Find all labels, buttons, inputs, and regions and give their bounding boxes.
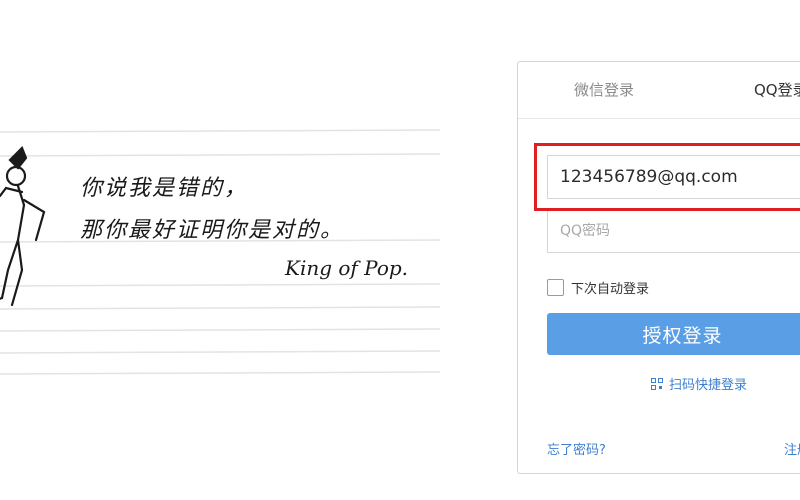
account-input[interactable] xyxy=(547,155,800,199)
quote-signature: King of Pop. xyxy=(285,256,409,280)
scan-login-link[interactable]: 扫码快捷登录 xyxy=(651,374,747,393)
scan-login-label: 扫码快捷登录 xyxy=(669,378,748,393)
dancer-sketch-icon xyxy=(0,146,46,307)
register-link[interactable]: 注册 xyxy=(784,439,800,458)
tab-wechat-login[interactable]: 微信登录 xyxy=(574,79,634,100)
tab-qq-login[interactable]: QQ登录 xyxy=(754,79,800,100)
qr-scan-icon xyxy=(651,377,663,390)
password-input[interactable] xyxy=(547,209,800,253)
quote-line-2: 那你最好证明你是对的。 xyxy=(80,218,345,243)
remember-me[interactable]: 下次自动登录 xyxy=(547,277,649,297)
remember-label: 下次自动登录 xyxy=(571,281,650,297)
quote-line-1: 你说我是错的， xyxy=(80,176,249,201)
login-tabs: 微信登录 QQ登录 xyxy=(518,62,800,119)
forgot-password-link[interactable]: 忘了密码? xyxy=(547,439,606,458)
remember-checkbox[interactable] xyxy=(547,278,564,296)
handwritten-note-illustration: 你说我是错的， 那你最好证明你是对的。 King of Pop. xyxy=(0,0,460,500)
authorize-login-button[interactable]: 授权登录 xyxy=(547,313,800,355)
lined-paper xyxy=(0,129,441,375)
login-panel: 微信登录 QQ登录 下次自动登录 授权登录 扫码快捷登录 忘了密码? 注册 xyxy=(517,61,800,474)
